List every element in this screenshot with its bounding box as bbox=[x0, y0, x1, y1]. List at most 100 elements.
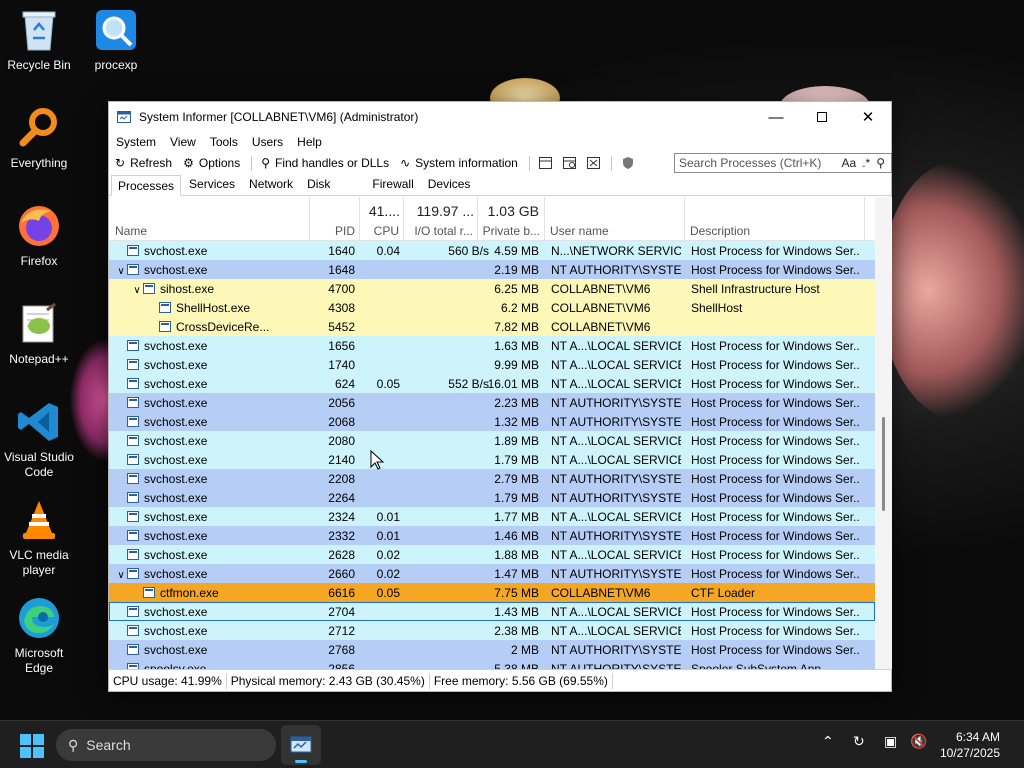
chevron-down-icon[interactable]: ∨ bbox=[115, 266, 127, 277]
process-private-bytes: 2.38 MB bbox=[494, 624, 539, 638]
desktop-icon-vlc[interactable]: VLC media player bbox=[0, 496, 78, 578]
process-row[interactable]: ∨ svchost.exe 1648 2.19 MB NT AUTHORITY\SYST… bbox=[109, 260, 875, 279]
maximize-button[interactable] bbox=[799, 102, 845, 132]
tab-services[interactable]: Services bbox=[183, 174, 241, 195]
column-private[interactable]: 1.03 GB Private b... bbox=[478, 197, 545, 241]
menu-view[interactable]: View bbox=[170, 135, 196, 149]
desktop-icon-label: VLC media player bbox=[9, 548, 69, 577]
minimize-button[interactable]: — bbox=[753, 102, 799, 132]
tab-network[interactable]: Network bbox=[243, 174, 299, 195]
tab-disk[interactable]: Disk bbox=[301, 174, 336, 195]
process-row[interactable]: svchost.exe 2068 1.32 MB NT AUTHORITY\SYSTE… bbox=[109, 412, 875, 431]
process-row[interactable]: svchost.exe 2264 1.79 MB NT AUTHORITY\SYSTE… bbox=[109, 488, 875, 507]
column-cpu[interactable]: 41.... CPU bbox=[360, 197, 404, 241]
speaker-muted-icon[interactable]: 🔇 bbox=[910, 733, 927, 750]
shield-icon[interactable] bbox=[621, 156, 635, 170]
taskbar-app-system-informer[interactable] bbox=[281, 725, 321, 765]
close-button[interactable]: ✕ bbox=[845, 102, 891, 132]
system-informer-window[interactable]: System Informer [COLLABNET\VM6] (Adminis… bbox=[108, 101, 892, 692]
process-row[interactable]: svchost.exe 1640 0.04 560 B/s 4.59 MB N...\NE… bbox=[109, 241, 875, 260]
refresh-button[interactable]: ↻ Refresh bbox=[115, 156, 172, 170]
process-private-bytes: 1.43 MB bbox=[494, 605, 539, 619]
search-icon[interactable]: ⚲ bbox=[876, 156, 885, 170]
process-name: svchost.exe bbox=[109, 415, 307, 429]
process-row[interactable]: svchost.exe 624 0.05 552 B/s 16.01 MB NT A...… bbox=[109, 374, 875, 393]
column-io-label: I/O total r... bbox=[414, 224, 473, 238]
menu-users[interactable]: Users bbox=[252, 135, 283, 149]
process-row[interactable]: svchost.exe 2080 1.89 MB NT A...\LOCAL SERV… bbox=[109, 431, 875, 450]
options-button[interactable]: ⚙ Options bbox=[183, 156, 240, 170]
process-cpu: 0.02 bbox=[376, 567, 400, 581]
process-tree[interactable]: Name PID 41.... CPU 119.97 ... I/O total r… bbox=[109, 197, 875, 669]
process-row[interactable]: svchost.exe 2056 2.23 MB NT AUTHORITY\SYSTE… bbox=[109, 393, 875, 412]
process-user: NT A...\LOCAL SERVICE bbox=[551, 434, 681, 448]
process-row[interactable]: svchost.exe 1656 1.63 MB NT A...\LOCAL SERV… bbox=[109, 336, 875, 355]
desktop-icon-edge[interactable]: Microsoft Edge bbox=[0, 594, 78, 676]
desktop-icon-procexp[interactable]: procexp bbox=[77, 6, 155, 73]
clock-time: 6:34 AM bbox=[955, 730, 1000, 744]
chevron-down-icon[interactable]: ∨ bbox=[131, 285, 143, 296]
find-window-icon[interactable] bbox=[562, 156, 577, 170]
title-bar[interactable]: System Informer [COLLABNET\VM6] (Adminis… bbox=[109, 102, 891, 132]
process-row[interactable]: spoolsv.exe 2856 5.38 MB NT AUTHORITY\SYSTE… bbox=[109, 659, 875, 669]
display-icon[interactable]: ▣ bbox=[884, 733, 897, 750]
column-io[interactable]: 119.97 ... I/O total r... bbox=[404, 197, 478, 241]
process-description: Host Process for Windows Ser... bbox=[691, 510, 859, 524]
search-input[interactable]: Search Processes (Ctrl+K) Aa .* ⚲ bbox=[674, 153, 892, 173]
process-row[interactable]: svchost.exe 2628 0.02 1.88 MB NT A...\LOCAL … bbox=[109, 545, 875, 564]
process-name: ShellHost.exe bbox=[109, 301, 307, 315]
system-information-button[interactable]: ∿ System information bbox=[400, 156, 518, 170]
vertical-scrollbar[interactable] bbox=[875, 197, 892, 669]
desktop-icon-everything[interactable]: Everything bbox=[0, 104, 78, 171]
desktop-icon-vscode[interactable]: Visual Studio Code bbox=[0, 398, 78, 480]
process-name: svchost.exe bbox=[109, 605, 307, 619]
chevron-up-icon[interactable]: ⌃ bbox=[822, 733, 834, 750]
process-row[interactable]: svchost.exe 2332 0.01 1.46 MB NT AUTHORITY\S… bbox=[109, 526, 875, 545]
desktop-icon-label: Everything bbox=[10, 156, 68, 170]
taskbar-search[interactable]: ⚲ Search bbox=[56, 729, 276, 761]
desktop-icon-firefox[interactable]: Firefox bbox=[0, 202, 78, 269]
case-sensitive-toggle[interactable]: Aa bbox=[842, 156, 857, 170]
column-description[interactable]: Description bbox=[685, 197, 865, 241]
sync-icon[interactable]: ↻ bbox=[853, 733, 865, 750]
process-row[interactable]: svchost.exe 1740 9.99 MB NT A...\LOCAL SERV… bbox=[109, 355, 875, 374]
chevron-down-icon[interactable]: ∨ bbox=[115, 570, 127, 581]
desktop-icon-recycle-bin[interactable]: Recycle Bin bbox=[0, 6, 78, 73]
process-row[interactable]: svchost.exe 2704 1.43 MB NT A...\LOCAL SERV… bbox=[109, 602, 875, 621]
process-row[interactable]: ctfmon.exe 6616 0.05 7.75 MB COLLABNET\VM6 CT… bbox=[109, 583, 875, 602]
process-row[interactable]: ShellHost.exe 4308 6.2 MB COLLABNET\VM6 Shel… bbox=[109, 298, 875, 317]
tab-devices[interactable]: Devices bbox=[422, 174, 477, 195]
menu-help[interactable]: Help bbox=[297, 135, 322, 149]
process-row[interactable]: ∨ sihost.exe 4700 6.25 MB COLLABNET\VM6 Shell… bbox=[109, 279, 875, 298]
menu-tools[interactable]: Tools bbox=[210, 135, 238, 149]
menu-bar: System View Tools Users Help bbox=[109, 132, 891, 152]
column-pid[interactable]: PID bbox=[310, 197, 360, 241]
process-pid: 2704 bbox=[328, 605, 355, 619]
scrollbar-thumb[interactable] bbox=[882, 417, 885, 511]
column-name[interactable]: Name bbox=[109, 197, 310, 241]
process-row[interactable]: ∨ svchost.exe 2660 0.02 1.47 MB NT AUTHORITY\… bbox=[109, 564, 875, 583]
window-icon[interactable] bbox=[539, 156, 553, 170]
desktop-icon-notepadpp[interactable]: Notepad++ bbox=[0, 300, 78, 367]
process-row[interactable]: svchost.exe 2712 2.38 MB NT A...\LOCAL SERV… bbox=[109, 621, 875, 640]
regex-toggle[interactable]: .* bbox=[862, 156, 870, 170]
menu-system[interactable]: System bbox=[116, 135, 156, 149]
process-name-text: ShellHost.exe bbox=[176, 301, 251, 315]
tab-processes[interactable]: Processes bbox=[111, 175, 182, 196]
start-button[interactable] bbox=[20, 734, 44, 758]
find-handles-button[interactable]: ⚲ Find handles or DLLs bbox=[261, 156, 389, 170]
column-user-label: User name bbox=[550, 224, 609, 238]
search-icon: ⚲ bbox=[261, 156, 271, 170]
process-row[interactable]: svchost.exe 2140 1.79 MB NT A...\LOCAL SERV… bbox=[109, 450, 875, 469]
process-row[interactable]: svchost.exe 2324 0.01 1.77 MB NT A...\LOCAL … bbox=[109, 507, 875, 526]
process-row[interactable]: svchost.exe 2208 2.79 MB NT AUTHORITY\SYSTE… bbox=[109, 469, 875, 488]
process-name: ctfmon.exe bbox=[109, 586, 307, 600]
column-user[interactable]: User name bbox=[545, 197, 685, 241]
process-icon bbox=[127, 511, 139, 522]
process-row[interactable]: svchost.exe 2768 2 MB NT AUTHORITY\SYSTEM Ho… bbox=[109, 640, 875, 659]
process-row[interactable]: CrossDeviceRe... 5452 7.82 MB COLLABNET\VM6 bbox=[109, 317, 875, 336]
clock[interactable]: 6:34 AM 10/27/2025 bbox=[930, 729, 1000, 761]
close-window-icon[interactable] bbox=[587, 156, 601, 170]
system-informer-icon bbox=[117, 111, 131, 123]
tab-firewall[interactable]: Firewall bbox=[366, 174, 419, 195]
